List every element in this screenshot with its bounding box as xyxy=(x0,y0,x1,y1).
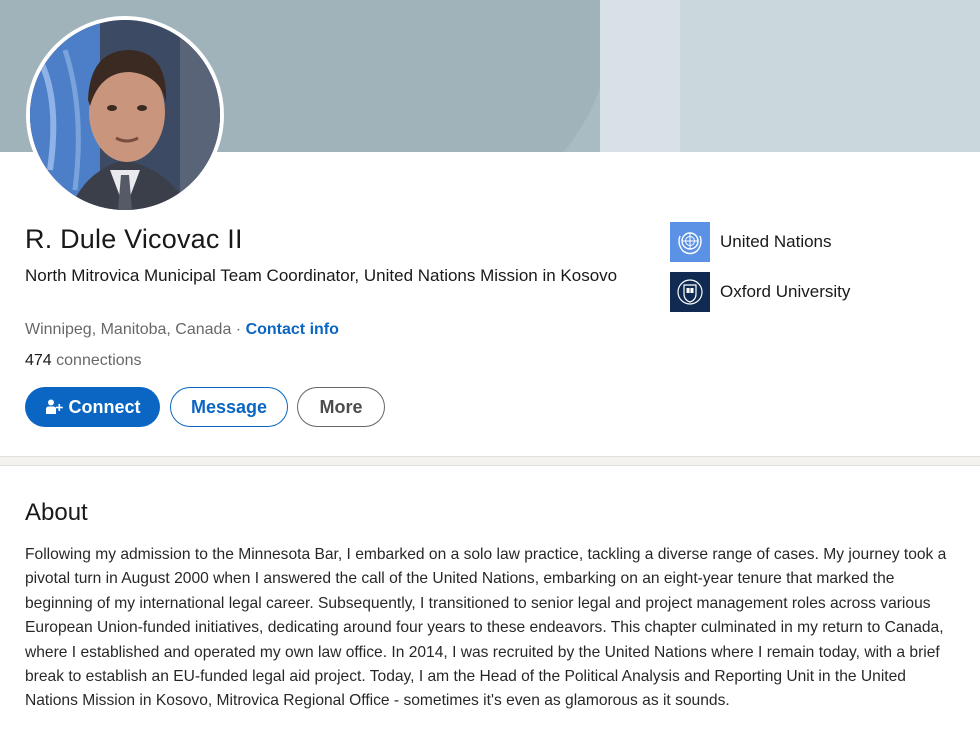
about-section: About Following my admission to the Minn… xyxy=(0,465,980,744)
about-title: About xyxy=(25,499,88,526)
organization-label: Oxford University xyxy=(720,282,851,301)
oxford-logo-icon xyxy=(670,272,710,312)
profile-photo-image xyxy=(30,20,220,210)
more-button[interactable]: More xyxy=(297,387,385,427)
contact-info-link[interactable]: Contact info xyxy=(246,321,339,338)
profile-location: Winnipeg, Manitoba, Canada xyxy=(25,321,232,338)
organization-label: United Nations xyxy=(720,232,832,251)
about-text: Following my admission to the Minnesota … xyxy=(25,546,947,710)
organization-oxford-university[interactable]: Oxford University xyxy=(670,272,850,312)
more-button-label: More xyxy=(319,396,363,417)
connect-button[interactable]: Connect xyxy=(25,387,160,427)
profile-card: R. Dule Vicovac II North Mitrovica Munic… xyxy=(0,0,980,457)
connections-row[interactable]: 474 connections xyxy=(25,352,142,370)
profile-headline: North Mitrovica Municipal Team Coordinat… xyxy=(25,266,618,285)
un-logo-icon xyxy=(670,222,710,262)
connections-count: 474 xyxy=(25,352,52,369)
add-person-icon xyxy=(45,398,63,416)
connect-button-label: Connect xyxy=(68,396,141,417)
profile-name: R. Dule Vicovac II xyxy=(25,224,243,254)
message-button-label: Message xyxy=(190,396,268,417)
profile-photo[interactable] xyxy=(26,16,224,214)
separator-dot: · xyxy=(231,321,246,338)
location-row: Winnipeg, Manitoba, Canada · Contact inf… xyxy=(25,321,339,339)
organization-united-nations[interactable]: United Nations xyxy=(670,222,832,262)
connections-label: connections xyxy=(51,352,142,369)
message-button[interactable]: Message xyxy=(170,387,288,427)
